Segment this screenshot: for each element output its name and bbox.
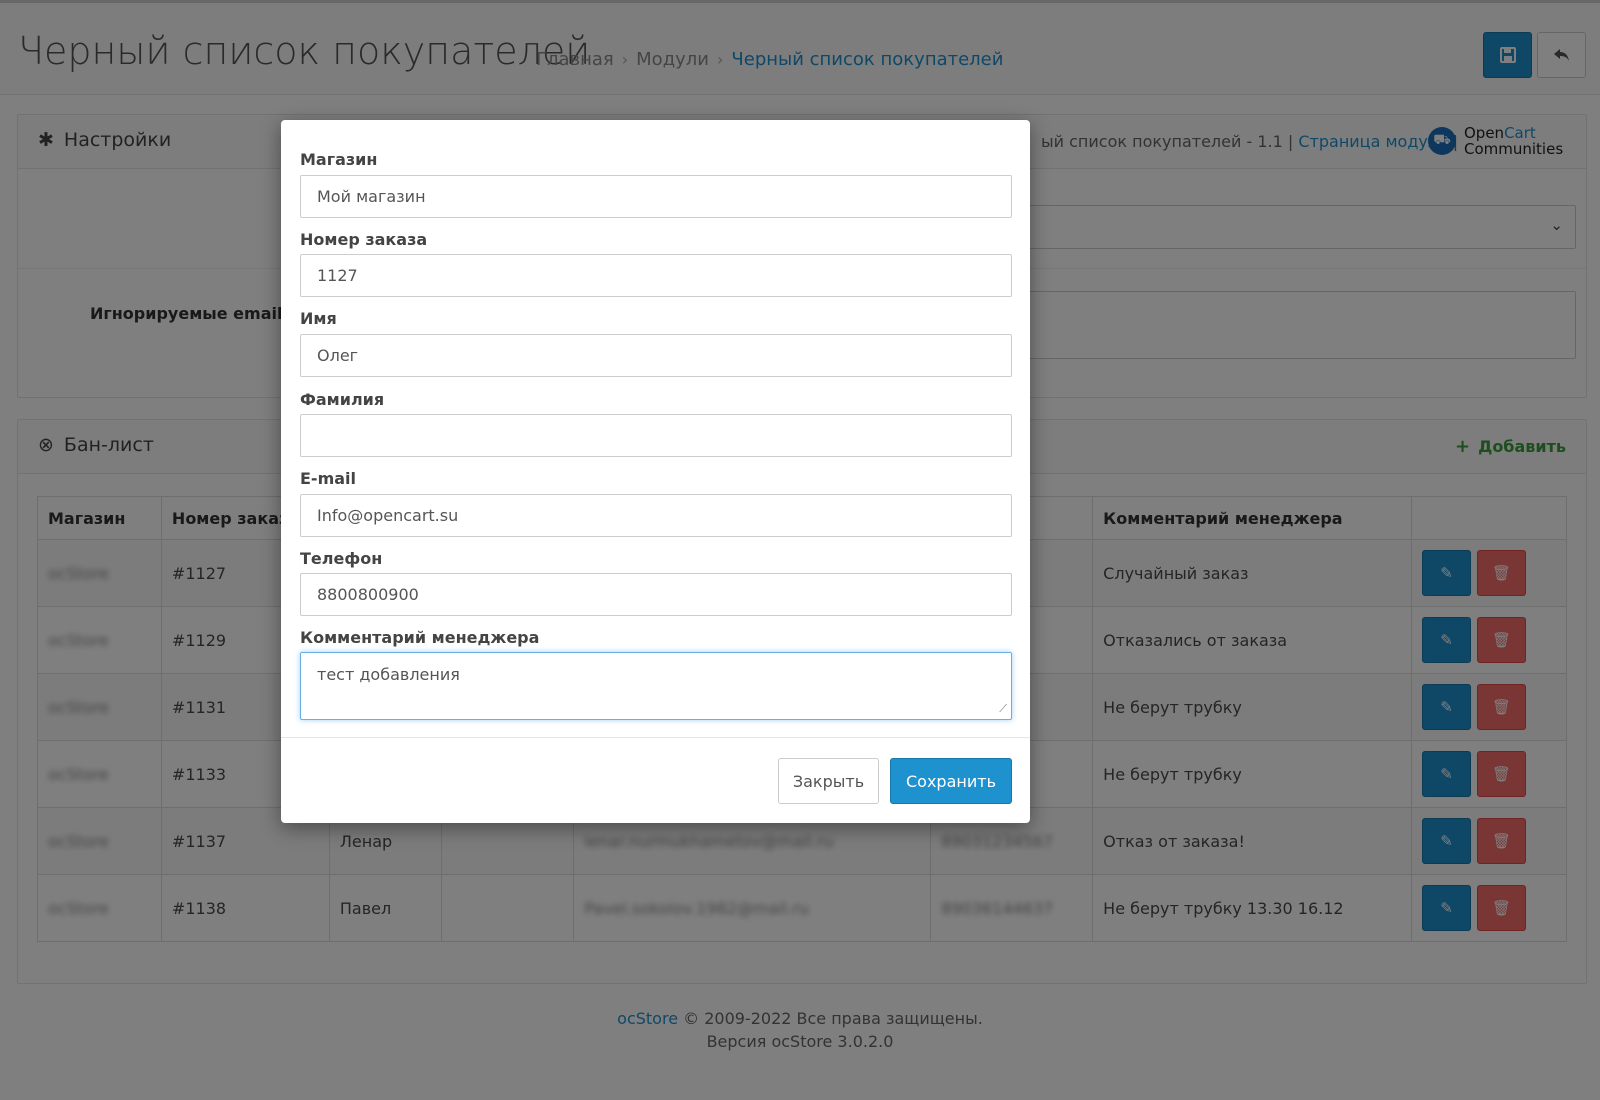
store-label: Магазин [300, 150, 378, 169]
first-name-label: Имя [300, 309, 337, 328]
phone-input[interactable]: 8800800900 [300, 573, 1012, 616]
store-input[interactable]: Мой магазин [300, 175, 1012, 218]
add-entry-modal: Магазин Мой магазин Номер заказа 1127 Им… [281, 120, 1030, 823]
last-name-label: Фамилия [300, 390, 385, 409]
first-name-input[interactable]: Олег [300, 334, 1012, 377]
order-number-label: Номер заказа [300, 230, 428, 249]
save-button[interactable]: Сохранить [890, 758, 1012, 804]
comment-text: тест добавления [317, 665, 460, 684]
close-button[interactable]: Закрыть [778, 758, 879, 804]
comment-textarea[interactable]: тест добавления ⟋ [300, 652, 1012, 720]
order-number-input[interactable]: 1127 [300, 254, 1012, 297]
email-input[interactable]: Info@opencart.su [300, 494, 1012, 537]
email-label: E-mail [300, 469, 357, 488]
modal-footer-divider [281, 737, 1030, 738]
resize-handle-icon[interactable]: ⟋ [999, 702, 1007, 716]
comment-label: Комментарий менеджера [300, 628, 540, 647]
phone-label: Телефон [300, 549, 383, 568]
last-name-input[interactable] [300, 414, 1012, 457]
